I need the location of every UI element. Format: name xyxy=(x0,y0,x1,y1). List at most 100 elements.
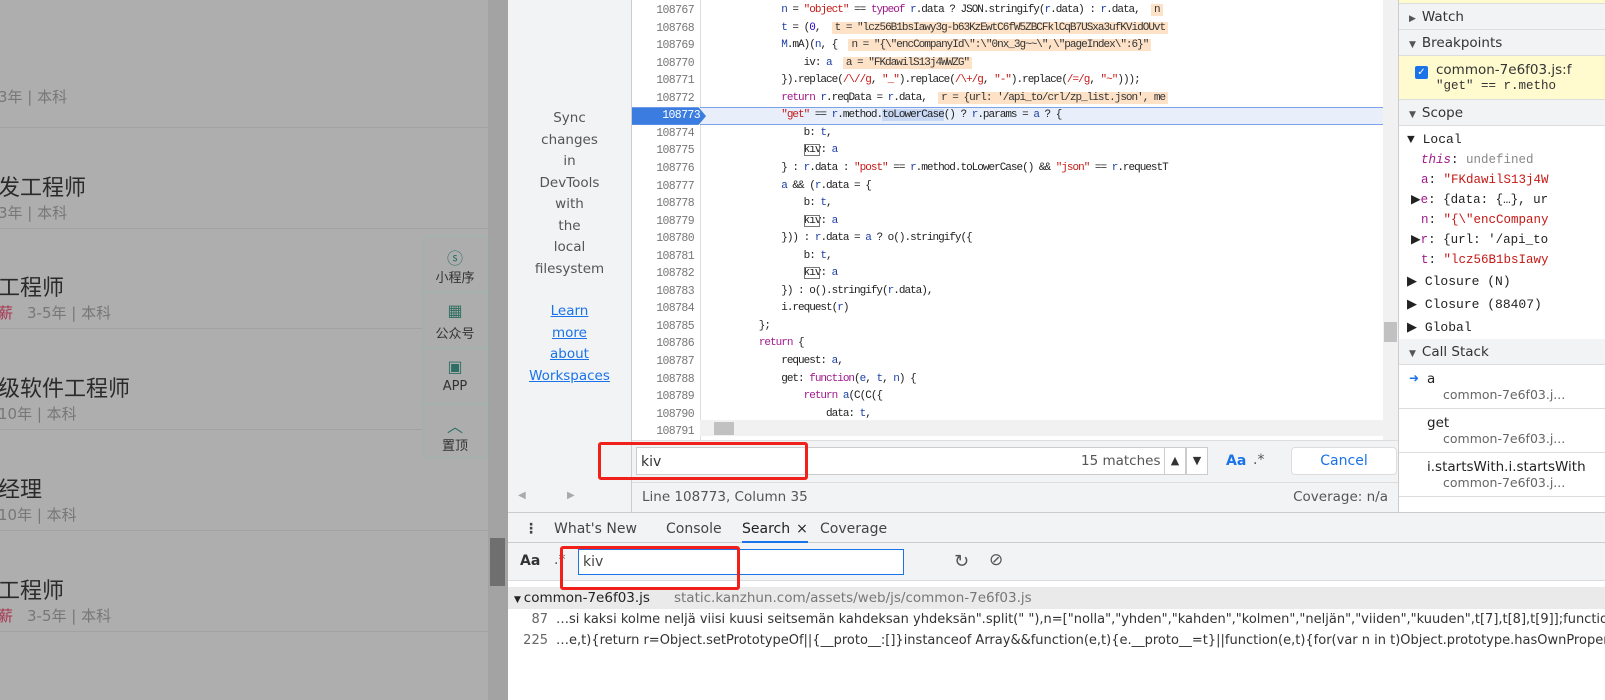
expand-arrow-icon[interactable]: ▶ xyxy=(1411,233,1421,247)
code-line[interactable]: b: t, xyxy=(714,125,1398,143)
learn-more-link[interactable]: Learn xyxy=(508,301,631,323)
line-number[interactable]: 108791 xyxy=(632,423,700,440)
code-line[interactable] xyxy=(714,423,1398,440)
call-frame[interactable]: get common-7e6f03.j... xyxy=(1399,409,1605,453)
code-line[interactable]: } : r.data : "post" == r.method.toLowerC… xyxy=(714,160,1398,178)
line-number[interactable]: 108780 xyxy=(632,230,700,248)
code-line[interactable]: get: function(e, t, n) { xyxy=(714,371,1398,389)
scope-closure-88407-[interactable]: ▶ Closure (88407) xyxy=(1399,293,1605,316)
code-line[interactable]: "get" == r.method.toLowerCase() ? r.para… xyxy=(714,107,1398,125)
line-number[interactable]: 108775 xyxy=(632,142,700,160)
section-header-breakpoints[interactable]: ▼ Breakpoints xyxy=(1399,30,1605,56)
job-card[interactable]: 发工程师 3年 | 本科 xyxy=(0,128,488,229)
scrollbar-thumb[interactable] xyxy=(490,538,505,586)
job-card[interactable]: 工程师薪 3-5年 | 本科 xyxy=(0,228,488,329)
learn-more-link[interactable]: Workspaces xyxy=(508,366,631,388)
line-number[interactable]: 108785 xyxy=(632,318,700,336)
cancel-button[interactable]: Cancel xyxy=(1291,447,1397,475)
line-number[interactable]: 108768 xyxy=(632,20,700,38)
tab-search[interactable]: Search × xyxy=(742,513,808,543)
previous-match-button[interactable]: ▲ xyxy=(1164,447,1186,475)
job-card[interactable]: 工程师薪 3-5年 | 本科 xyxy=(0,531,488,632)
expand-arrow-icon[interactable]: ▶ xyxy=(1411,193,1421,207)
line-number[interactable]: 108770 xyxy=(632,55,700,73)
code-line[interactable]: t = (0, t = "lcz56B1bsIawy3g-b63KzEwtC6f… xyxy=(714,20,1398,38)
code-line[interactable]: })) : r.data = a ? o().stringify({ xyxy=(714,230,1398,248)
job-title[interactable]: 级软件工程师 xyxy=(0,371,130,403)
code-line[interactable]: return r.reqData = r.data, r = {url: '/a… xyxy=(714,90,1398,108)
float-item-公众号[interactable]: ▦ 公众号 xyxy=(423,293,487,349)
search-match-case-toggle[interactable]: Aa xyxy=(520,553,540,569)
regex-toggle[interactable]: .* xyxy=(1253,452,1264,468)
line-number[interactable]: 108783 xyxy=(632,283,700,301)
match-case-toggle[interactable]: Aa xyxy=(1226,453,1246,469)
code-line[interactable]: kiv: a xyxy=(714,265,1398,283)
code-editor[interactable]: 108767 n = "object" == typeof r.data ? J… xyxy=(632,0,1398,440)
line-number[interactable]: 108771 xyxy=(632,72,700,90)
tab-coverage[interactable]: Coverage xyxy=(820,513,887,543)
code-line[interactable]: request: a, xyxy=(714,353,1398,371)
clear-icon[interactable]: ⊘ xyxy=(989,550,1003,570)
breakpoint-item[interactable]: ✓ common-7e6f03.js:f "get" == r.metho xyxy=(1399,56,1605,100)
section-header-scope[interactable]: ▼ Scope xyxy=(1399,100,1605,126)
code-line[interactable]: n = "object" == typeof r.data ? JSON.str… xyxy=(714,2,1398,20)
job-title[interactable]: 工程师 xyxy=(0,573,64,605)
tab-what-s-new[interactable]: What's New xyxy=(554,513,637,543)
code-line[interactable]: b: t, xyxy=(714,195,1398,213)
line-number[interactable]: 108776 xyxy=(632,160,700,178)
learn-more-link[interactable]: about xyxy=(508,344,631,366)
line-number[interactable]: 108779 xyxy=(632,213,700,231)
job-card[interactable]: 级软件工程师 10年 | 本科 xyxy=(0,329,488,430)
code-line[interactable]: }).replace(/\//g, "_").replace(/\+/g, "-… xyxy=(714,72,1398,90)
code-line[interactable]: }) : o().stringify(r.data), xyxy=(714,283,1398,301)
code-line[interactable]: kiv: a xyxy=(714,142,1398,160)
job-title[interactable]: 工程师 xyxy=(0,270,64,302)
line-number[interactable]: 108778 xyxy=(632,195,700,213)
code-line[interactable]: return { xyxy=(714,335,1398,353)
float-item-置顶[interactable]: ︿ 置顶 xyxy=(423,405,487,461)
job-card[interactable]: 经理 10年 | 本科 xyxy=(0,430,488,531)
line-number[interactable]: 108784 xyxy=(632,300,700,318)
drawer-menu-icon[interactable]: ⋮ xyxy=(524,513,538,543)
code-line[interactable]: kiv: a xyxy=(714,213,1398,231)
line-number[interactable]: 108772 xyxy=(632,90,700,108)
line-number[interactable]: 108767 xyxy=(632,2,700,20)
scope-variable[interactable]: ▶e: {data: {…}, ur xyxy=(1399,190,1605,210)
call-frame[interactable]: i.startsWith.i.startsWith common-7e6f03.j… xyxy=(1399,453,1605,497)
search-result-row[interactable]: 87 …si kaksi kolme neljä viisi kuusi seit… xyxy=(508,609,1605,630)
scope-variable[interactable]: this: undefined xyxy=(1399,150,1605,170)
line-number[interactable]: 108787 xyxy=(632,353,700,371)
scope-variable[interactable]: n: "{\"encCompany xyxy=(1399,210,1605,230)
line-number[interactable]: 108769 xyxy=(632,37,700,55)
job-title[interactable]: 发工程师 xyxy=(0,170,86,202)
code-line[interactable]: b: t, xyxy=(714,248,1398,266)
line-number[interactable]: 108788 xyxy=(632,371,700,389)
code-line[interactable]: M.mA)(n, { n = "{\"encCompanyId\":\"0nx_… xyxy=(714,37,1398,55)
line-number[interactable]: 108777 xyxy=(632,178,700,196)
code-line[interactable]: i.request(r) xyxy=(714,300,1398,318)
line-number[interactable]: 108790 xyxy=(632,406,700,424)
search-result-row[interactable]: 225 …e,t){return r=Object.setPrototypeOf|… xyxy=(508,630,1605,651)
code-line[interactable]: a && (r.data = { xyxy=(714,178,1398,196)
page-scrollbar[interactable] xyxy=(488,0,508,700)
job-title[interactable]: 经理 xyxy=(0,472,42,504)
code-line[interactable]: iv: a a = "FKdawilS13j4WWZG" xyxy=(714,55,1398,73)
line-number[interactable]: 108781 xyxy=(632,248,700,266)
tab-console[interactable]: Console xyxy=(666,513,722,543)
scrollbar-thumb[interactable] xyxy=(1384,322,1397,342)
code-line[interactable]: }; xyxy=(714,318,1398,336)
learn-more-link[interactable]: more xyxy=(508,323,631,345)
code-line[interactable]: return a(C(C({ xyxy=(714,388,1398,406)
line-number[interactable]: 108786 xyxy=(632,335,700,353)
line-number[interactable]: 108789 xyxy=(632,388,700,406)
line-number[interactable]: 108782 xyxy=(632,265,700,283)
next-match-button[interactable]: ▼ xyxy=(1186,447,1208,475)
editor-vertical-scrollbar[interactable] xyxy=(1383,0,1398,440)
call-frame[interactable]: ➜ a common-7e6f03.j... xyxy=(1399,365,1605,409)
scope-variable[interactable]: t: "lcz56B1bsIawy xyxy=(1399,250,1605,270)
search-result-file[interactable]: ▼ common-7e6f03.js static.kanzhun.com/ass… xyxy=(508,587,1605,609)
breakpoint-line-number[interactable]: 108773 xyxy=(632,107,706,125)
section-header-watch[interactable]: ▶ Watch xyxy=(1399,4,1605,30)
line-number[interactable]: 108774 xyxy=(632,125,700,143)
scope-global[interactable]: ▶ Global xyxy=(1399,316,1605,339)
